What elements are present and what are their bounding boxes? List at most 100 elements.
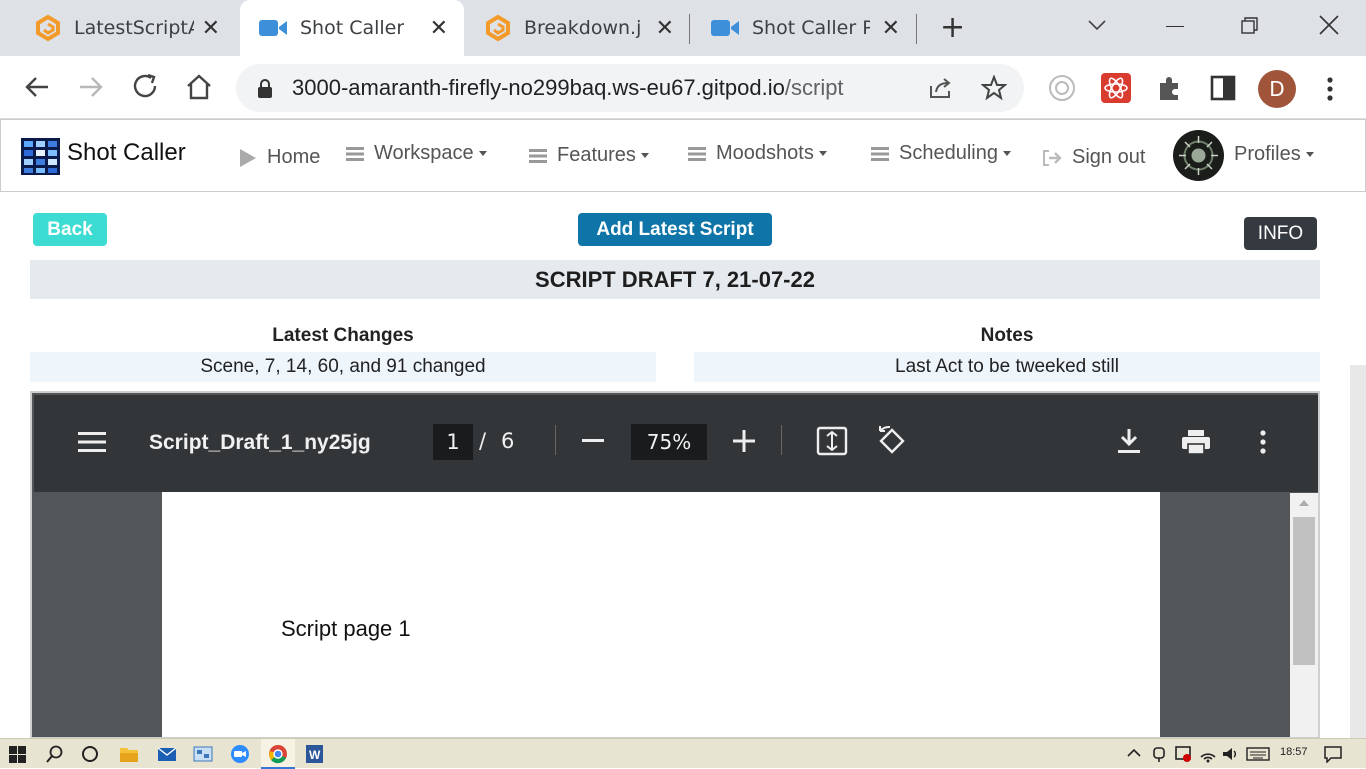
dropdown-caret-icon <box>1002 151 1011 156</box>
sign-out-icon <box>1043 149 1062 166</box>
pdf-page-input[interactable]: 1 <box>433 424 473 460</box>
home-icon[interactable] <box>185 73 213 101</box>
nav-features[interactable]: Features <box>529 144 649 167</box>
volume-icon[interactable] <box>1221 745 1239 763</box>
control-panel-icon[interactable] <box>193 745 213 763</box>
tab-shot-caller[interactable]: Shot Caller ✕ <box>240 0 464 56</box>
fit-page-icon[interactable] <box>816 426 848 456</box>
nav-scheduling[interactable]: Scheduling <box>871 142 1011 165</box>
nav-moodshots-label: Moodshots <box>716 142 814 164</box>
pdf-toolbar: Script_Draft_1_ny25jg 1 / 6 75% <box>34 395 1318 492</box>
scroll-up-icon[interactable] <box>1298 499 1310 507</box>
close-tab-icon[interactable]: ✕ <box>430 16 448 41</box>
side-panel-icon[interactable] <box>1210 75 1236 101</box>
pdf-filename: Script_Draft_1_ny25jg <box>149 431 371 454</box>
page-scrollbar[interactable] <box>1350 365 1366 738</box>
pdf-toolbar-divider <box>781 425 782 455</box>
keyboard-icon[interactable] <box>1246 747 1270 761</box>
kebab-menu-icon[interactable] <box>1325 76 1335 102</box>
menu-lines-icon <box>871 146 889 161</box>
gitpod-icon <box>486 14 510 42</box>
info-button[interactable]: INFO <box>1244 217 1317 250</box>
tab-divider <box>689 14 690 44</box>
menu-lines-icon <box>346 146 364 161</box>
lock-icon <box>258 79 272 98</box>
device-icon[interactable] <box>1174 745 1192 763</box>
taskbar-clock[interactable]: 18:57 <box>1280 746 1308 758</box>
meet-now-icon[interactable] <box>1151 745 1167 763</box>
wifi-icon[interactable] <box>1199 745 1217 763</box>
tab-title: Shot Caller <box>300 17 405 39</box>
search-icon[interactable] <box>46 745 64 763</box>
dropdown-caret-icon <box>478 151 487 156</box>
new-tab-button[interactable]: + <box>940 10 965 45</box>
latest-changes-text: Scene, 7, 14, 60, and 91 changed <box>30 352 656 382</box>
mail-icon[interactable] <box>157 745 177 763</box>
chrome-icon <box>269 745 287 764</box>
url-text: 3000-amaranth-firefly-no299baq.ws-eu67.g… <box>292 75 844 100</box>
extensions-puzzle-icon[interactable] <box>1156 74 1184 102</box>
close-tab-icon[interactable]: ✕ <box>656 16 674 41</box>
nav-profiles[interactable]: Profiles <box>1234 143 1314 166</box>
brand-logo-icon[interactable] <box>21 138 60 175</box>
dropdown-caret-icon <box>818 151 827 156</box>
windows-start-icon[interactable] <box>9 746 26 763</box>
pdf-scrollbar[interactable] <box>1290 493 1318 737</box>
menu-lines-icon <box>688 146 706 161</box>
back-arrow-icon[interactable] <box>24 75 50 99</box>
minimize-icon[interactable] <box>1166 26 1184 27</box>
dropdown-caret-icon <box>640 153 649 158</box>
bookmark-star-icon[interactable] <box>981 75 1007 101</box>
nav-workspace-label: Workspace <box>374 142 474 164</box>
task-view-icon[interactable] <box>81 745 99 763</box>
forward-arrow-icon[interactable] <box>78 75 104 99</box>
pdf-zoom-input[interactable]: 75% <box>631 424 707 460</box>
chrome-taskbar-item[interactable] <box>261 739 295 769</box>
app-navbar: Shot Caller Home Workspace Features Mood… <box>0 119 1366 192</box>
pdf-viewer[interactable]: Script_Draft_1_ny25jg 1 / 6 75% Script p… <box>30 391 1320 739</box>
tab-latestscript[interactable]: LatestScriptA ✕ <box>16 0 236 56</box>
browser-tab-strip: LatestScriptA ✕ Shot Caller ✕ Breakdown.… <box>0 0 1366 56</box>
close-window-icon[interactable] <box>1318 14 1340 36</box>
tab-shot-caller-pr[interactable]: Shot Caller Pr ✕ <box>692 0 914 56</box>
pdf-more-icon[interactable] <box>1258 429 1268 455</box>
word-icon[interactable]: W <box>304 744 324 764</box>
brand-name[interactable]: Shot Caller <box>67 139 186 167</box>
reload-icon[interactable] <box>132 73 160 101</box>
notes-heading: Notes <box>980 325 1034 346</box>
share-icon[interactable] <box>928 76 954 100</box>
zoom-out-icon[interactable] <box>582 439 604 443</box>
rotate-icon[interactable] <box>876 425 908 457</box>
nav-sign-out[interactable]: Sign out <box>1042 146 1145 169</box>
pdf-total-pages: 6 <box>501 429 515 453</box>
back-button[interactable]: Back <box>33 213 107 246</box>
windows-taskbar: W 18:57 <box>0 738 1366 769</box>
tab-title: Shot Caller Pr <box>752 17 870 39</box>
pdf-scroll-thumb[interactable] <box>1293 517 1315 665</box>
tray-chevron-up-icon[interactable] <box>1127 748 1141 758</box>
nav-moodshots[interactable]: Moodshots <box>688 142 827 165</box>
tab-search-chevron-icon[interactable] <box>1087 18 1107 32</box>
zoom-app-icon[interactable] <box>230 744 250 764</box>
profile-avatar[interactable]: D <box>1258 70 1296 108</box>
print-icon[interactable] <box>1181 429 1211 455</box>
address-bar[interactable]: 3000-amaranth-firefly-no299baq.ws-eu67.g… <box>236 64 1024 112</box>
menu-lines-icon <box>529 148 547 163</box>
tab-breakdown[interactable]: Breakdown.js ✕ <box>466 0 688 56</box>
zoom-in-icon[interactable] <box>733 430 755 452</box>
nav-home[interactable]: Home <box>239 146 320 169</box>
notifications-icon[interactable] <box>1324 745 1342 763</box>
add-latest-script-button[interactable]: Add Latest Script <box>578 213 772 246</box>
nav-workspace[interactable]: Workspace <box>346 142 487 165</box>
file-explorer-icon[interactable] <box>119 745 139 763</box>
react-devtools-icon[interactable] <box>1101 73 1131 103</box>
profile-avatar-image[interactable] <box>1173 130 1224 181</box>
nav-scheduling-label: Scheduling <box>899 142 998 164</box>
download-icon[interactable] <box>1117 427 1141 455</box>
tab-divider <box>916 14 917 44</box>
pdf-menu-icon[interactable] <box>78 431 106 453</box>
close-tab-icon[interactable]: ✕ <box>202 16 220 41</box>
close-tab-icon[interactable]: ✕ <box>882 16 900 41</box>
restore-icon[interactable] <box>1240 16 1260 36</box>
extension-circle-icon[interactable] <box>1048 74 1076 102</box>
